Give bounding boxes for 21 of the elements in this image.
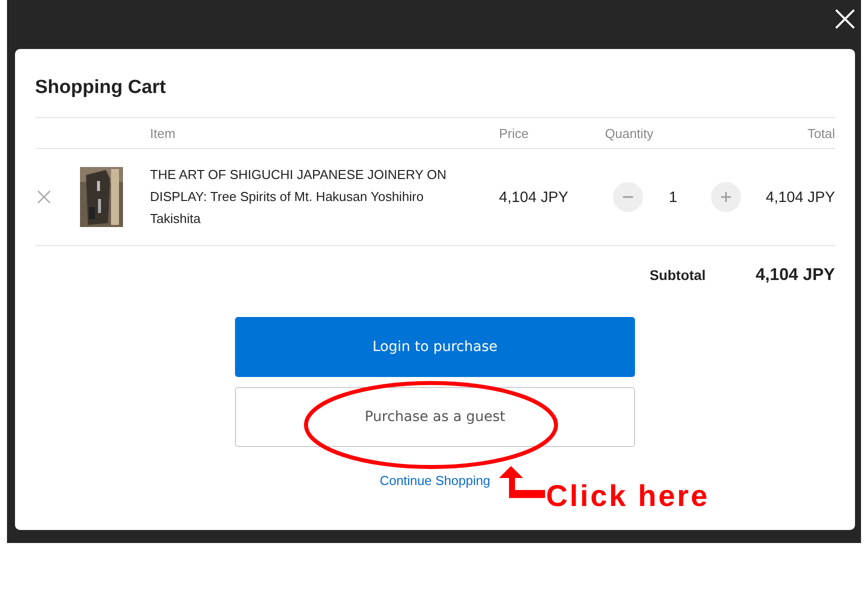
decrease-button[interactable]: [613, 182, 643, 212]
plus-icon: [720, 191, 732, 203]
subtotal-value: 4,104 JPY: [756, 265, 835, 285]
price-text: 4,104 JPY: [499, 188, 570, 206]
column-header: Total: [806, 126, 835, 140]
annotation-text: Click here: [546, 480, 710, 514]
continue-link[interactable]: Continue Shopping: [380, 473, 490, 488]
column-header: Quantity: [605, 126, 654, 140]
column-header: Item: [150, 126, 176, 140]
increase-button[interactable]: [711, 182, 741, 212]
subtotal-label: Subtotal: [650, 267, 706, 283]
quantity-value: 1: [668, 188, 678, 206]
close-icon[interactable]: [834, 8, 856, 30]
column-header: Price: [499, 126, 530, 140]
total-text: 4,104 JPY: [764, 188, 835, 206]
login-button[interactable]: Login to purchase: [235, 317, 635, 377]
remove-icon[interactable]: [37, 190, 51, 204]
dialog-title: Shopping Cart: [35, 77, 167, 99]
guest-button[interactable]: Purchase as a guest: [235, 387, 635, 447]
product-title[interactable]: THE ART OF SHIGUCHI JAPANESE JOINERY ON DISPLAY: Tree Spirits of Mt. Hakusan Yoshihiro Takishita: [150, 164, 499, 230]
arrow-icon: [497, 464, 547, 500]
